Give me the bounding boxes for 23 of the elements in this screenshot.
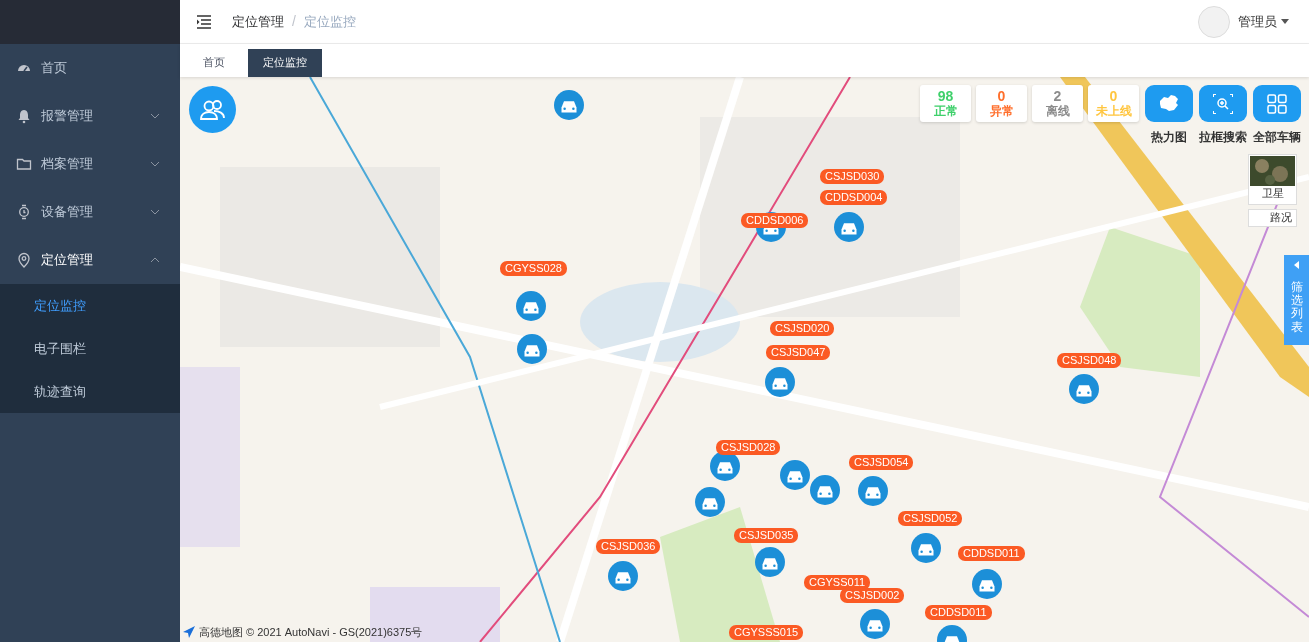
sidebar-item[interactable]: 设备管理 (0, 188, 180, 236)
submenu-item[interactable]: 电子围栏 (0, 327, 180, 370)
sidebar-item[interactable]: 定位管理 (0, 236, 180, 284)
tab[interactable]: 定位监控 (248, 49, 322, 77)
breadcrumb-item[interactable]: 定位管理 (232, 11, 284, 32)
sidebar-item[interactable]: 档案管理 (0, 140, 180, 188)
breadcrumb-separator: / (292, 12, 296, 31)
user-name[interactable]: 管理员 (1238, 11, 1277, 32)
location-pin-icon (16, 252, 32, 268)
submenu-item[interactable]: 轨迹查询 (0, 370, 180, 413)
chevron-down-icon (150, 113, 160, 119)
sidebar-item[interactable]: 首页 (0, 44, 180, 92)
watch-icon (16, 204, 32, 220)
submenu-item[interactable]: 定位监控 (0, 284, 180, 327)
bell-icon (16, 108, 32, 124)
menu-icon[interactable] (196, 14, 212, 29)
chevron-down-icon (150, 209, 160, 215)
chevron-up-icon (150, 257, 160, 263)
chevron-down-icon (150, 161, 160, 167)
breadcrumb-item: 定位监控 (303, 12, 356, 31)
sidebar-item[interactable]: 报警管理 (0, 92, 180, 140)
folder-icon (16, 156, 32, 172)
caret-icon[interactable] (1281, 19, 1289, 24)
